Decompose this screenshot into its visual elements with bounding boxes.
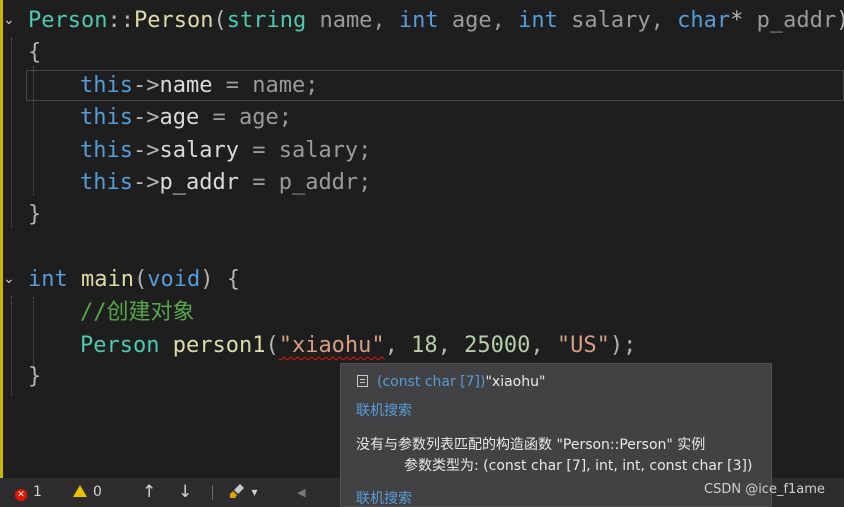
code-line-ctor-signature[interactable]: Person::Person(string name, int age, int…	[28, 5, 844, 37]
arrow-left-icon: ◀	[297, 486, 306, 499]
param-type: char	[677, 8, 731, 33]
member-name: age	[159, 105, 200, 130]
type-info: (const char [7])	[377, 374, 486, 390]
code-line-assign-salary[interactable]: this->salary = salary;	[80, 135, 371, 167]
comma: ,	[384, 333, 412, 358]
member-name: name	[159, 73, 213, 98]
code-line-main-signature[interactable]: int main(void) {	[28, 264, 240, 296]
this-keyword: this	[80, 105, 133, 130]
comment: //创建对象	[80, 300, 195, 325]
comma: ,	[437, 333, 465, 358]
code-cleanup-button[interactable]: ▾	[229, 478, 257, 507]
code-line-open-brace[interactable]: {	[28, 37, 41, 69]
arrow-operator: ->	[132, 138, 160, 163]
code-line-close-brace-main[interactable]: }	[28, 361, 41, 393]
error-count: 1	[33, 484, 42, 500]
indent-guide	[33, 297, 35, 369]
type-value: "xiaohu"	[485, 374, 546, 390]
code-line-assign-age[interactable]: this->age = age;	[80, 102, 292, 134]
this-keyword: this	[80, 170, 133, 195]
next-issue-button[interactable]: ↓	[178, 478, 192, 507]
arrow-operator: ->	[132, 170, 160, 195]
online-search-link[interactable]: 联机搜索	[356, 488, 412, 507]
function-name: main	[67, 267, 134, 292]
return-type: int	[28, 267, 68, 292]
divider	[212, 485, 213, 500]
code-editor[interactable]: ⌄ ⌄ Person::Person(string name, int age,…	[0, 0, 844, 507]
change-indicator-bar	[0, 0, 3, 478]
this-keyword: this	[80, 138, 133, 163]
arrow-operator: ->	[132, 105, 160, 130]
watermark: CSDN @ice_f1ame	[704, 482, 825, 497]
code-line-close-brace[interactable]: }	[28, 199, 41, 231]
member-name: salary	[159, 138, 239, 163]
type-name: Person	[80, 333, 160, 358]
code-line-assign-addr[interactable]: this->p_addr = p_addr;	[80, 167, 371, 199]
arrow-operator: ->	[132, 73, 160, 98]
fold-chevron-icon[interactable]: ⌄	[3, 12, 19, 28]
member-name: p_addr	[159, 170, 239, 195]
param-type: void	[147, 267, 201, 292]
tooltip-type-row: (const char [7])"xiaohu"	[357, 374, 545, 390]
param-name: p_addr	[756, 8, 837, 33]
arrow-down-icon: ↓	[178, 482, 193, 502]
scroll-left-button[interactable]: ◀	[297, 478, 305, 507]
number-literal: 25000	[464, 333, 531, 358]
param-type: int	[398, 8, 439, 33]
assignment-rhs: = salary;	[238, 138, 372, 163]
brace: }	[28, 364, 42, 389]
error-icon: ✕	[15, 489, 27, 501]
code-line-comment[interactable]: //创建对象	[80, 297, 195, 329]
warning-icon	[73, 485, 87, 497]
fold-chevron-icon[interactable]: ⌄	[3, 271, 19, 287]
paren: (	[133, 267, 148, 292]
value-icon	[357, 375, 368, 387]
warning-count-button[interactable]: 0	[73, 478, 102, 507]
code-line-decl[interactable]: Person person1("xiaohu", 18, 25000, "US"…	[80, 330, 636, 362]
assignment-rhs: = age;	[199, 105, 292, 130]
error-count-button[interactable]: ✕ 1	[15, 478, 42, 507]
assignment-rhs: = p_addr;	[238, 170, 372, 195]
code-line-assign-name[interactable]: this->name = name;	[80, 70, 318, 102]
brace: }	[28, 202, 42, 227]
paren-semicolon: );	[609, 333, 637, 358]
pointer-star: *	[730, 8, 757, 33]
warning-count: 0	[93, 484, 102, 500]
this-keyword: this	[80, 73, 133, 98]
paren: (	[213, 8, 227, 33]
online-search-link[interactable]: 联机搜索	[356, 400, 412, 420]
error-message: 没有与参数列表匹配的构造函数 "Person::Person" 实例	[356, 437, 706, 453]
paren: (	[265, 333, 279, 358]
string-literal-error[interactable]: "xiaohu"	[279, 333, 385, 358]
param-type: string	[226, 8, 307, 33]
number-literal: 18	[411, 333, 438, 358]
scope-operator: ::	[107, 8, 134, 33]
function-name: Person	[133, 8, 214, 33]
dropdown-arrow-icon: ▾	[251, 485, 258, 499]
previous-issue-button[interactable]: ↑	[142, 478, 156, 507]
param-name: age,	[438, 8, 519, 33]
class-name: Person	[28, 8, 108, 33]
paren: )	[836, 8, 844, 33]
fold-guide	[11, 296, 13, 396]
comma: ,	[530, 333, 557, 358]
assignment-rhs: = name;	[212, 73, 319, 98]
argument-types: 参数类型为: (const char [7], int, int, const …	[404, 458, 753, 474]
paren-brace: ) {	[200, 267, 240, 292]
string-literal: "US"	[556, 333, 610, 358]
fold-guide	[11, 38, 13, 228]
brace: {	[28, 40, 42, 65]
param-name: salary,	[557, 8, 678, 33]
param-name: name,	[306, 8, 399, 33]
param-type: int	[518, 8, 558, 33]
brush-icon	[230, 484, 244, 498]
variable-name: person1	[159, 333, 266, 358]
arrow-up-icon: ↑	[142, 482, 157, 502]
